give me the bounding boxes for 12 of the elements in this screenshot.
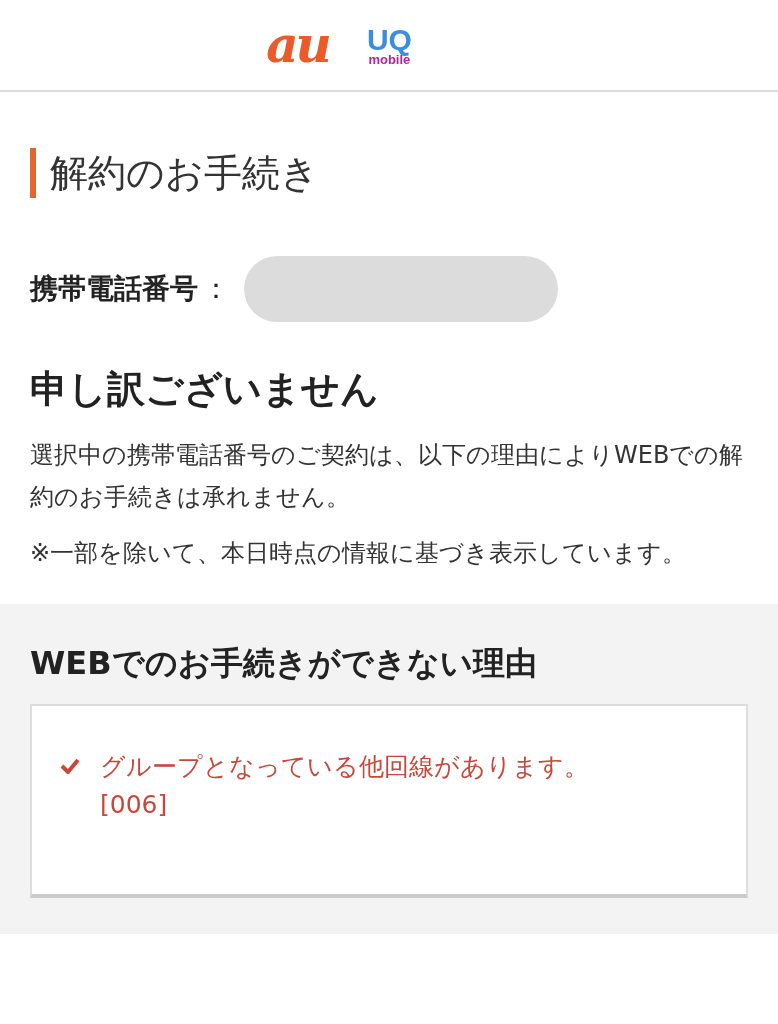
- phone-label: 携帯電話番号: [30, 271, 198, 307]
- section-heading: WEBでのお手続きができない理由: [30, 643, 538, 684]
- check-icon: [60, 758, 80, 774]
- reason-code: [006]: [100, 789, 169, 821]
- apology-heading: 申し訳ございません: [30, 366, 380, 413]
- page-title: 解約のお手続き: [30, 148, 748, 198]
- reason-text: グループとなっている他回線があります。: [100, 751, 589, 783]
- label-colon: ：: [202, 271, 230, 307]
- au-logo: au: [266, 20, 329, 70]
- uq-mobile-logo: UQ mobile: [366, 24, 412, 66]
- notice-text: ※一部を除いて、本日時点の情報に基づき表示しています。: [30, 538, 688, 569]
- notice-text: 選択中の携帯電話番号のご契約は、以下の理由によりWEBでの解約のお手続きは承れません。: [30, 440, 745, 513]
